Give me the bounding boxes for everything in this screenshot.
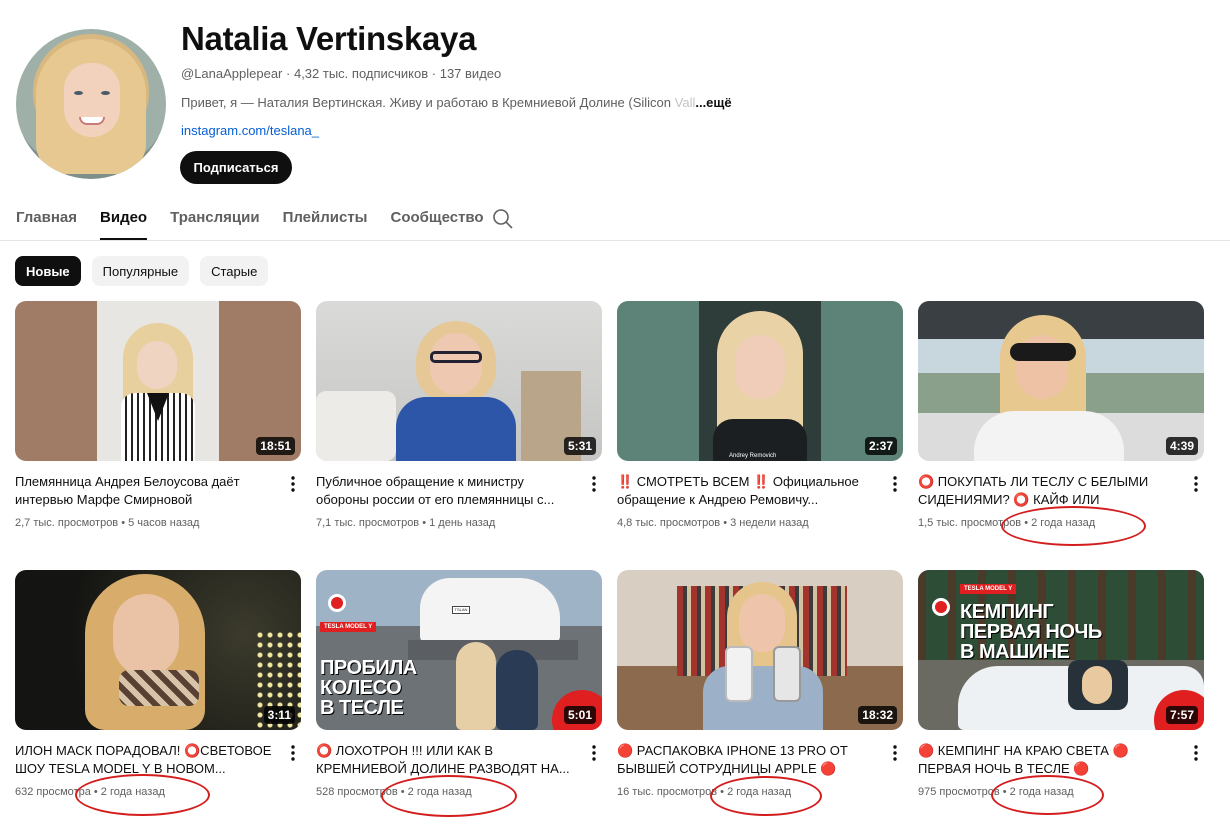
channel-name: Natalia Vertinskaya bbox=[181, 20, 477, 57]
more-vert-icon[interactable] bbox=[586, 475, 602, 493]
video-meta: 16 тыс. просмотров • 2 года назад bbox=[617, 786, 792, 798]
video-card[interactable]: 3:11 ИЛОН МАСК ПОРАДОВАЛ! ⭕СВЕТОВОЕ ШОУ … bbox=[15, 570, 301, 816]
upload-age: 3 недели назад bbox=[730, 517, 809, 529]
video-count: 137 видео bbox=[439, 66, 502, 81]
video-thumbnail[interactable]: 18:32 bbox=[617, 570, 903, 730]
chip-newest[interactable]: Новые bbox=[15, 256, 81, 286]
video-thumbnail[interactable]: Andrey Removich 2:37 bbox=[617, 301, 903, 461]
video-duration: 7:57 bbox=[1165, 706, 1198, 724]
channel-avatar[interactable] bbox=[16, 29, 166, 179]
chip-oldest[interactable]: Старые bbox=[200, 256, 269, 286]
video-thumbnail[interactable]: 5:31 bbox=[316, 301, 602, 461]
video-thumbnail[interactable]: TESLA MODEL Y КЕМПИНГ ПЕРВАЯ НОЧЬ В МАШИ… bbox=[918, 570, 1204, 730]
tab-live[interactable]: Трансляции bbox=[170, 200, 259, 240]
video-meta: 7,1 тыс. просмотров • 1 день назад bbox=[316, 517, 496, 529]
video-title[interactable]: Публичное обращение к министру обороны р… bbox=[316, 473, 574, 509]
video-card[interactable]: Andrey Removich 2:37 ‼️ СМОТРЕТЬ ВСЕМ ‼️… bbox=[617, 301, 903, 529]
video-title[interactable]: Племянница Андрея Белоусова даёт интервь… bbox=[15, 473, 273, 509]
video-duration: 18:51 bbox=[256, 437, 295, 455]
view-count: 975 просмотров bbox=[918, 786, 1000, 798]
upload-age: 2 года назад bbox=[100, 786, 165, 798]
thumbnail-overlay-text: КЕМПИНГ ПЕРВАЯ НОЧЬ В МАШИНЕ bbox=[960, 601, 1102, 663]
view-count: 4,8 тыс. просмотров bbox=[617, 517, 721, 529]
video-thumbnail[interactable]: 3:11 bbox=[15, 570, 301, 730]
video-meta: 2,7 тыс. просмотров • 5 часов назад bbox=[15, 517, 200, 529]
more-vert-icon[interactable] bbox=[285, 744, 301, 762]
video-duration: 2:37 bbox=[864, 437, 897, 455]
channel-meta: @LanaApplepear · 4,32 тыс. подписчиков ·… bbox=[181, 66, 502, 81]
thumbnail-caption: Andrey Removich bbox=[729, 453, 777, 459]
thumbnail-overlay-text: ПРОБИЛА КОЛЕСО В ТЕСЛЕ bbox=[320, 657, 417, 719]
video-card[interactable]: 18:32 🔴 РАСПАКОВКА IPHONE 13 PRO ОТ БЫВШ… bbox=[617, 570, 903, 816]
video-meta: 1,5 тыс. просмотров • 2 года назад bbox=[918, 517, 1096, 529]
video-duration: 4:39 bbox=[1165, 437, 1198, 455]
video-duration: 3:11 bbox=[263, 706, 295, 724]
video-card[interactable]: 18:51 Племянница Андрея Белоусова даёт и… bbox=[15, 301, 301, 529]
video-meta: 975 просмотров • 2 года назад bbox=[918, 786, 1074, 798]
video-meta: 4,8 тыс. просмотров • 3 недели назад bbox=[617, 517, 809, 529]
instagram-link[interactable]: instagram.com/teslana_ bbox=[181, 123, 319, 138]
license-plate: TSLAN bbox=[452, 606, 470, 614]
video-meta: 632 просмотра • 2 года назад bbox=[15, 786, 165, 798]
view-count: 528 просмотров bbox=[316, 786, 398, 798]
view-count: 16 тыс. просмотров bbox=[617, 786, 718, 798]
channel-handle: @LanaApplepear bbox=[181, 66, 283, 81]
video-title[interactable]: 🔴 КЕМПИНГ НА КРАЮ СВЕТА 🔴 ПЕРВАЯ НОЧЬ В … bbox=[918, 742, 1176, 778]
more-vert-icon[interactable] bbox=[586, 744, 602, 762]
view-count: 2,7 тыс. просмотров bbox=[15, 517, 119, 529]
video-title[interactable]: 🔴 РАСПАКОВКА IPHONE 13 PRO ОТ БЫВШЕЙ СОТ… bbox=[617, 742, 875, 778]
search-icon[interactable] bbox=[492, 208, 514, 230]
video-card[interactable]: 4:39 ⭕ ПОКУПАТЬ ЛИ ТЕСЛУ С БЕЛЫМИ СИДЕНИ… bbox=[918, 301, 1204, 546]
view-count: 632 просмотра bbox=[15, 786, 91, 798]
video-card[interactable]: TSLAN TESLA MODEL Y ПРОБИЛА КОЛЕСО В ТЕС… bbox=[316, 570, 602, 817]
more-vert-icon[interactable] bbox=[285, 475, 301, 493]
series-badge: TESLA MODEL Y bbox=[960, 584, 1017, 594]
video-thumbnail[interactable]: TSLAN TESLA MODEL Y ПРОБИЛА КОЛЕСО В ТЕС… bbox=[316, 570, 602, 730]
more-vert-icon[interactable] bbox=[887, 744, 903, 762]
upload-age: 2 года назад bbox=[1031, 517, 1096, 529]
video-card[interactable]: 5:31 Публичное обращение к министру обор… bbox=[316, 301, 602, 529]
tab-home[interactable]: Главная bbox=[16, 200, 77, 240]
video-meta: 528 просмотров • 2 года назад bbox=[316, 786, 472, 798]
video-title[interactable]: ⭕ ЛОХОТРОН !!! ИЛИ КАК В КРЕМНИЕВОЙ ДОЛИ… bbox=[316, 742, 574, 778]
video-title[interactable]: ‼️ СМОТРЕТЬ ВСЕМ ‼️ Официальное обращени… bbox=[617, 473, 875, 509]
upload-age: 2 года назад bbox=[1009, 786, 1074, 798]
video-title[interactable]: ⭕ ПОКУПАТЬ ЛИ ТЕСЛУ С БЕЛЫМИ СИДЕНИЯМИ? … bbox=[918, 473, 1176, 509]
channel-header: Natalia Vertinskaya @LanaApplepear · 4,3… bbox=[0, 0, 1230, 200]
video-thumbnail[interactable]: 18:51 bbox=[15, 301, 301, 461]
subscriber-count: 4,32 тыс. подписчиков bbox=[293, 66, 429, 81]
sort-chips: Новые Популярные Старые bbox=[15, 256, 279, 286]
more-vert-icon[interactable] bbox=[1188, 744, 1204, 762]
channel-tabs: Главная Видео Трансляции Плейлисты Сообщ… bbox=[16, 200, 507, 240]
upload-age: 2 года назад bbox=[727, 786, 792, 798]
tab-playlists[interactable]: Плейлисты bbox=[283, 200, 368, 240]
tab-videos[interactable]: Видео bbox=[100, 200, 148, 240]
upload-age: 5 часов назад bbox=[128, 517, 200, 529]
channel-description[interactable]: Привет, я — Наталия Вертинская. Живу и р… bbox=[181, 95, 732, 110]
video-duration: 5:31 bbox=[563, 437, 596, 455]
upload-age: 1 день назад bbox=[429, 517, 496, 529]
video-duration: 5:01 bbox=[563, 706, 596, 724]
view-count: 1,5 тыс. просмотров bbox=[918, 517, 1022, 529]
tabs-divider bbox=[0, 240, 1230, 241]
more-vert-icon[interactable] bbox=[887, 475, 903, 493]
video-duration: 18:32 bbox=[858, 706, 897, 724]
chip-popular[interactable]: Популярные bbox=[91, 256, 190, 286]
view-count: 7,1 тыс. просмотров bbox=[316, 517, 420, 529]
tab-community[interactable]: Сообщество bbox=[391, 200, 484, 240]
more-vert-icon[interactable] bbox=[1188, 475, 1204, 493]
video-title[interactable]: ИЛОН МАСК ПОРАДОВАЛ! ⭕СВЕТОВОЕ ШОУ TESLA… bbox=[15, 742, 273, 778]
more-link[interactable]: ...ещё bbox=[695, 95, 731, 110]
subscribe-button[interactable]: Подписаться bbox=[180, 151, 292, 184]
video-thumbnail[interactable]: 4:39 bbox=[918, 301, 1204, 461]
upload-age: 2 года назад bbox=[407, 786, 472, 798]
video-card[interactable]: TESLA MODEL Y КЕМПИНГ ПЕРВАЯ НОЧЬ В МАШИ… bbox=[918, 570, 1204, 815]
series-badge: TESLA MODEL Y bbox=[320, 622, 377, 632]
